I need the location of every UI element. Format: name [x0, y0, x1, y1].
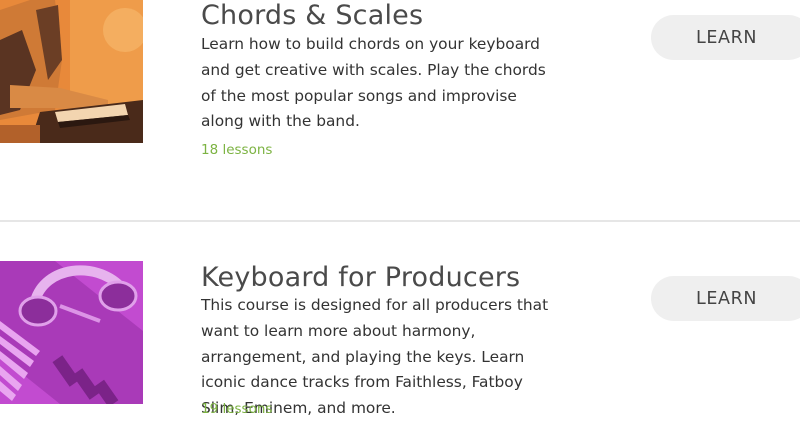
- course-thumbnail-pianist[interactable]: [0, 0, 143, 143]
- pianist-photo-icon: [0, 0, 143, 143]
- course-card-keyboard-producers: Keyboard for Producers This course is de…: [0, 222, 800, 422]
- lesson-count: 18 lessons: [201, 142, 273, 158]
- course-title: Keyboard for Producers: [201, 262, 521, 293]
- course-description: Learn how to build chords on your keyboa…: [201, 35, 546, 131]
- course-thumbnail-producer[interactable]: [0, 261, 143, 404]
- headphones-keyboard-photo-icon: [0, 261, 143, 404]
- lesson-count: 19 lessons: [201, 401, 273, 417]
- learn-button[interactable]: LEARN: [651, 15, 800, 60]
- learn-button[interactable]: LEARN: [651, 276, 800, 321]
- course-title: Chords & Scales: [201, 0, 424, 31]
- course-list: Chords & Scales Learn how to build chord…: [0, 0, 800, 422]
- course-card-chords-scales: Chords & Scales Learn how to build chord…: [0, 0, 800, 220]
